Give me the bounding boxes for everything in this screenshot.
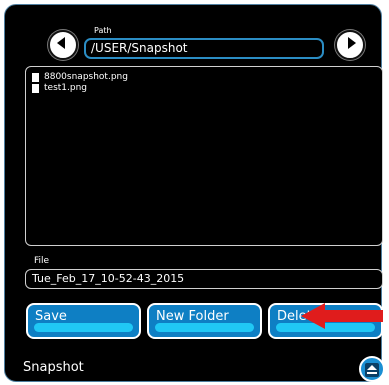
- path-label: Path: [94, 26, 112, 35]
- screen-title: Snapshot: [23, 360, 84, 375]
- forward-button[interactable]: [335, 30, 365, 60]
- button-highlight: [34, 323, 133, 332]
- red-arrow-icon: [301, 303, 383, 329]
- arrow-left-icon: [57, 37, 65, 49]
- button-highlight: [155, 323, 254, 332]
- path-field[interactable]: /USER/Snapshot: [84, 38, 324, 59]
- new-folder-button-label: New Folder: [156, 309, 229, 324]
- new-folder-button[interactable]: New Folder: [147, 303, 262, 339]
- eject-icon: [365, 363, 379, 377]
- arrow-right-icon: [348, 37, 356, 49]
- file-name-field[interactable]: Tue_Feb_17_10-52-43_2015: [25, 269, 383, 289]
- back-button[interactable]: [48, 30, 78, 60]
- save-button[interactable]: Save: [26, 303, 141, 339]
- eject-button[interactable]: [359, 356, 385, 382]
- snapshot-panel: Path /USER/Snapshot 8800snapshot.png tes…: [4, 4, 385, 382]
- file-icon: [32, 73, 39, 82]
- file-icon: [32, 84, 39, 93]
- file-list[interactable]: 8800snapshot.png test1.png: [25, 66, 383, 246]
- file-label: File: [34, 256, 50, 266]
- save-button-label: Save: [35, 309, 67, 324]
- file-name: test1.png: [44, 83, 88, 93]
- file-name: 8800snapshot.png: [44, 72, 128, 82]
